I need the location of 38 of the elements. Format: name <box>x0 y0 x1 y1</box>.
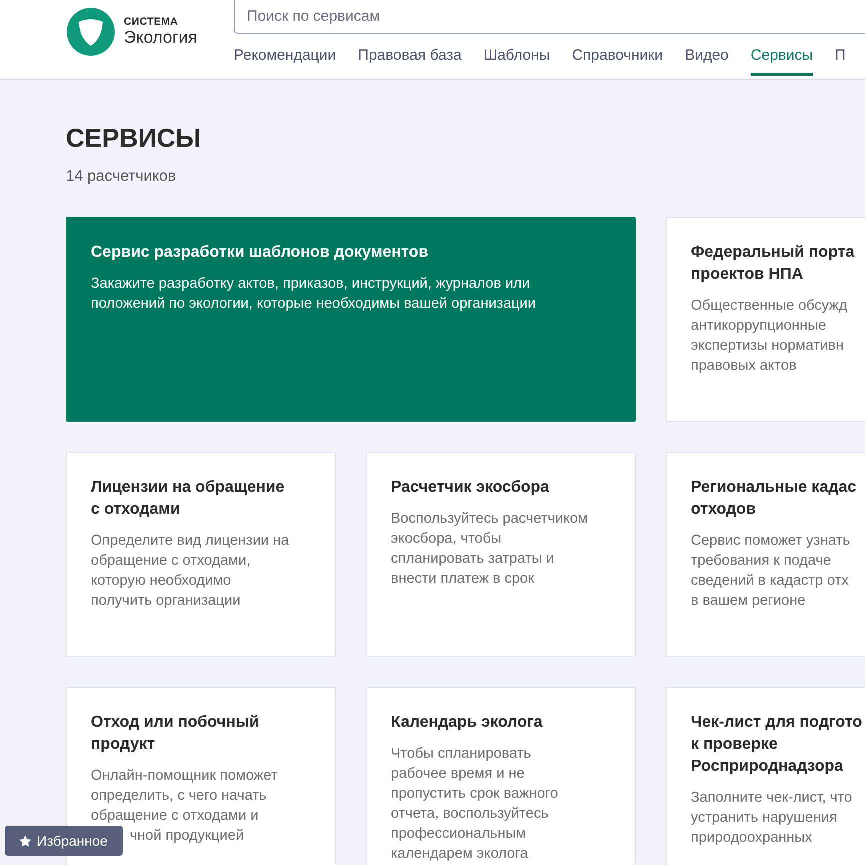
logo-icon <box>66 7 116 57</box>
service-card[interactable]: Календарь эколога Чтобы спланировать рабочее время и не пропустить срок важного отчета, воспользуйтесь профессиональным календарем эколога <box>366 687 636 865</box>
logo-name: Экология <box>124 28 198 48</box>
card-title: Расчетчик экосбора <box>391 478 550 498</box>
nav-tab[interactable]: Видео <box>685 47 729 76</box>
service-card[interactable]: Федеральный порта проектов НПА Общественные обсужд антикоррупционные экспертизы нормативн правовых актов <box>666 217 865 422</box>
card-title: Отход или побочный продукт <box>91 713 260 755</box>
search-input[interactable]: Поиск по сервисам <box>247 6 853 26</box>
service-card[interactable]: Региональные кадас отходов Сервис поможет узнать требования к подаче сведений в кадастр отх в вашем регионе <box>666 452 865 657</box>
card-title: Календарь эколога <box>391 713 544 733</box>
service-card[interactable]: Расчетчик экосбора Воспользуйтесь расчетчиком экосбора, чтобы спланировать затраты и внести платеж в срок <box>366 452 636 657</box>
nav-tab[interactable]: П <box>835 47 846 76</box>
card-title: Региональные кадас отходов <box>691 478 858 520</box>
card-description: Закажите разработку актов, приказов, инструкций, журналов или положений по экологии, которые необходимы вашей организации <box>91 275 538 314</box>
card-title: Федеральный порта проектов НПА <box>691 243 856 285</box>
star-icon <box>19 834 32 848</box>
service-card[interactable]: Сервис разработки шаблонов документов Закажите разработку актов, приказов, инструкций, журналов или положений по экологии, которые необходимы вашей организации <box>66 217 636 422</box>
card-title: Чек-лист для подгото к проверке Росприроднадзора <box>691 713 864 777</box>
logo-caption: СИСТЕМА <box>124 16 180 28</box>
card-title: Сервис разработки шаблонов документов <box>91 243 430 263</box>
card-description: Определите вид лицензии на обращение с отходами, которую необходимо получить организации <box>91 532 290 611</box>
nav-tab[interactable]: Правовая база <box>358 47 462 76</box>
search-field[interactable]: Поиск по сервисам <box>234 0 865 34</box>
nav-tab[interactable]: Сервисы <box>750 47 814 76</box>
card-description: Сервис поможет узнать требования к подаче сведений в кадастр отх в вашем регионе <box>691 532 852 611</box>
services-count: 14 расчетчиков <box>66 168 178 187</box>
card-title: Лицензии на обращение с отходами <box>91 478 286 520</box>
nav-tab[interactable]: Справочники <box>572 47 664 76</box>
card-description: Заполните чек-лист, что устранить нарушения природоохранных <box>691 789 854 848</box>
nav-tab[interactable]: Рекомендации <box>234 47 336 76</box>
nav-tab[interactable]: Шаблоны <box>484 47 550 76</box>
service-card[interactable]: Лицензии на обращение с отходами Определите вид лицензии на обращение с отходами, которую необходимо получить организации <box>66 452 336 657</box>
favorites-button[interactable]: Избранное <box>5 826 123 856</box>
card-description: Воспользуйтесь расчетчиком экосбора, чтобы спланировать затраты и внести платеж в срок <box>391 510 589 589</box>
service-card[interactable]: Чек-лист для подгото к проверке Росприроднадзора Заполните чек-лист, что устранить нарушения природоохранных <box>666 687 865 865</box>
card-description: Чтобы спланировать рабочее время и не пропустить срок важного отчета, воспользуйтесь профессиональным календарем эколога <box>391 745 560 864</box>
page-title: СЕРВИСЫ <box>66 122 202 155</box>
card-description: Общественные обсужд антикоррупционные экспертизы нормативн правовых актов <box>691 297 848 376</box>
